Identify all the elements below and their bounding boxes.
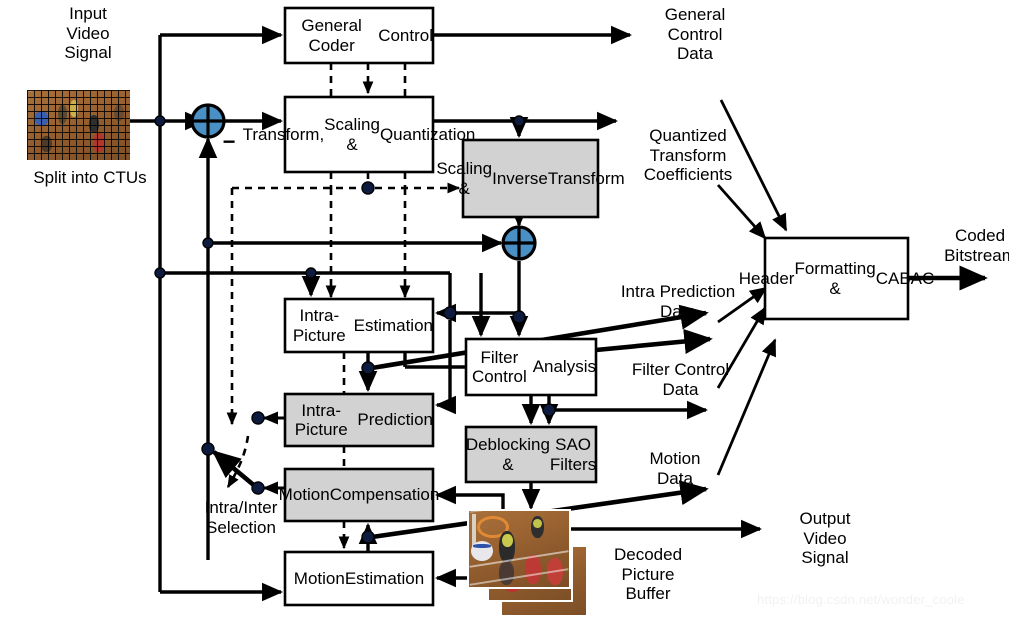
box-header-formatting-cabac[interactable] bbox=[763, 236, 910, 321]
box-deblocking-sao-filters[interactable] bbox=[464, 425, 598, 484]
dot-intra-est-out bbox=[361, 361, 375, 375]
box-filter-control-analysis[interactable] bbox=[464, 337, 598, 397]
wire-recon-to-intra-pred bbox=[434, 320, 456, 415]
adder-adder-reconstruct[interactable] bbox=[501, 225, 537, 261]
box-general-coder-control[interactable] bbox=[283, 6, 435, 65]
dot-intra-est-right bbox=[443, 306, 457, 320]
label-general-control-data: General Control Data bbox=[664, 5, 726, 64]
label-motion-data: Motion Data bbox=[649, 449, 701, 488]
label-input-video-signal: Input Video Signal bbox=[64, 4, 112, 63]
label-decoded-picture-buffer: Decoded Picture Buffer bbox=[613, 545, 683, 604]
label-split-into-ctus: Split into CTUs bbox=[33, 168, 147, 187]
dot-intra-pred-out bbox=[251, 411, 265, 425]
box-motion-estimation[interactable] bbox=[283, 550, 435, 607]
decoded-picture-1 bbox=[467, 509, 571, 589]
source-watermark: https://blog.csdn.net/wonder_coole bbox=[757, 592, 965, 607]
label-intra-inter-selection: Intra/Inter Selection bbox=[204, 498, 278, 537]
label-coded-bitstream: Coded Bitstream bbox=[944, 226, 1009, 265]
wire-dpb-to-motion-comp bbox=[434, 485, 505, 509]
label-output-video-signal: Output Video Signal bbox=[799, 509, 851, 568]
dot-recon-down bbox=[512, 310, 526, 324]
label-quantized-transform-coefficients: Quantized Transform Coefficients bbox=[643, 126, 733, 185]
label-minus-sign: − bbox=[222, 129, 236, 154]
dot-filter-ctrl-out bbox=[542, 403, 556, 417]
dot-dashed-branch bbox=[361, 181, 375, 195]
label-filter-control-data: Filter Control Data bbox=[631, 360, 730, 399]
wire-coefficients-to-header bbox=[716, 184, 767, 240]
box-motion-compensation[interactable] bbox=[283, 467, 435, 523]
dot-switch-common bbox=[201, 442, 215, 456]
box-transform-scaling-quant[interactable] bbox=[283, 95, 435, 174]
box-intra-picture-estimation[interactable] bbox=[283, 297, 435, 354]
dot-mc-out bbox=[251, 481, 265, 495]
hevc-encoder-diagram: General Coder Control Transform, Scaling & Q… bbox=[0, 0, 1009, 619]
box-scaling-inverse-transform[interactable] bbox=[461, 138, 600, 219]
dot-quant-out bbox=[513, 115, 525, 127]
dot-me-out bbox=[361, 530, 375, 544]
dot-bus-left bbox=[154, 267, 166, 279]
dot-bus-mid bbox=[305, 267, 317, 279]
wire-filterctrl-to-header-diag bbox=[595, 328, 713, 354]
input-ctu-thumbnail bbox=[27, 90, 130, 160]
wire-switch-blade bbox=[211, 450, 258, 489]
box-intra-picture-prediction[interactable] bbox=[283, 392, 435, 448]
dot-recon-left bbox=[202, 237, 214, 249]
label-intra-prediction-data: Intra Prediction Data bbox=[620, 282, 736, 321]
dot-input-split bbox=[154, 115, 166, 127]
